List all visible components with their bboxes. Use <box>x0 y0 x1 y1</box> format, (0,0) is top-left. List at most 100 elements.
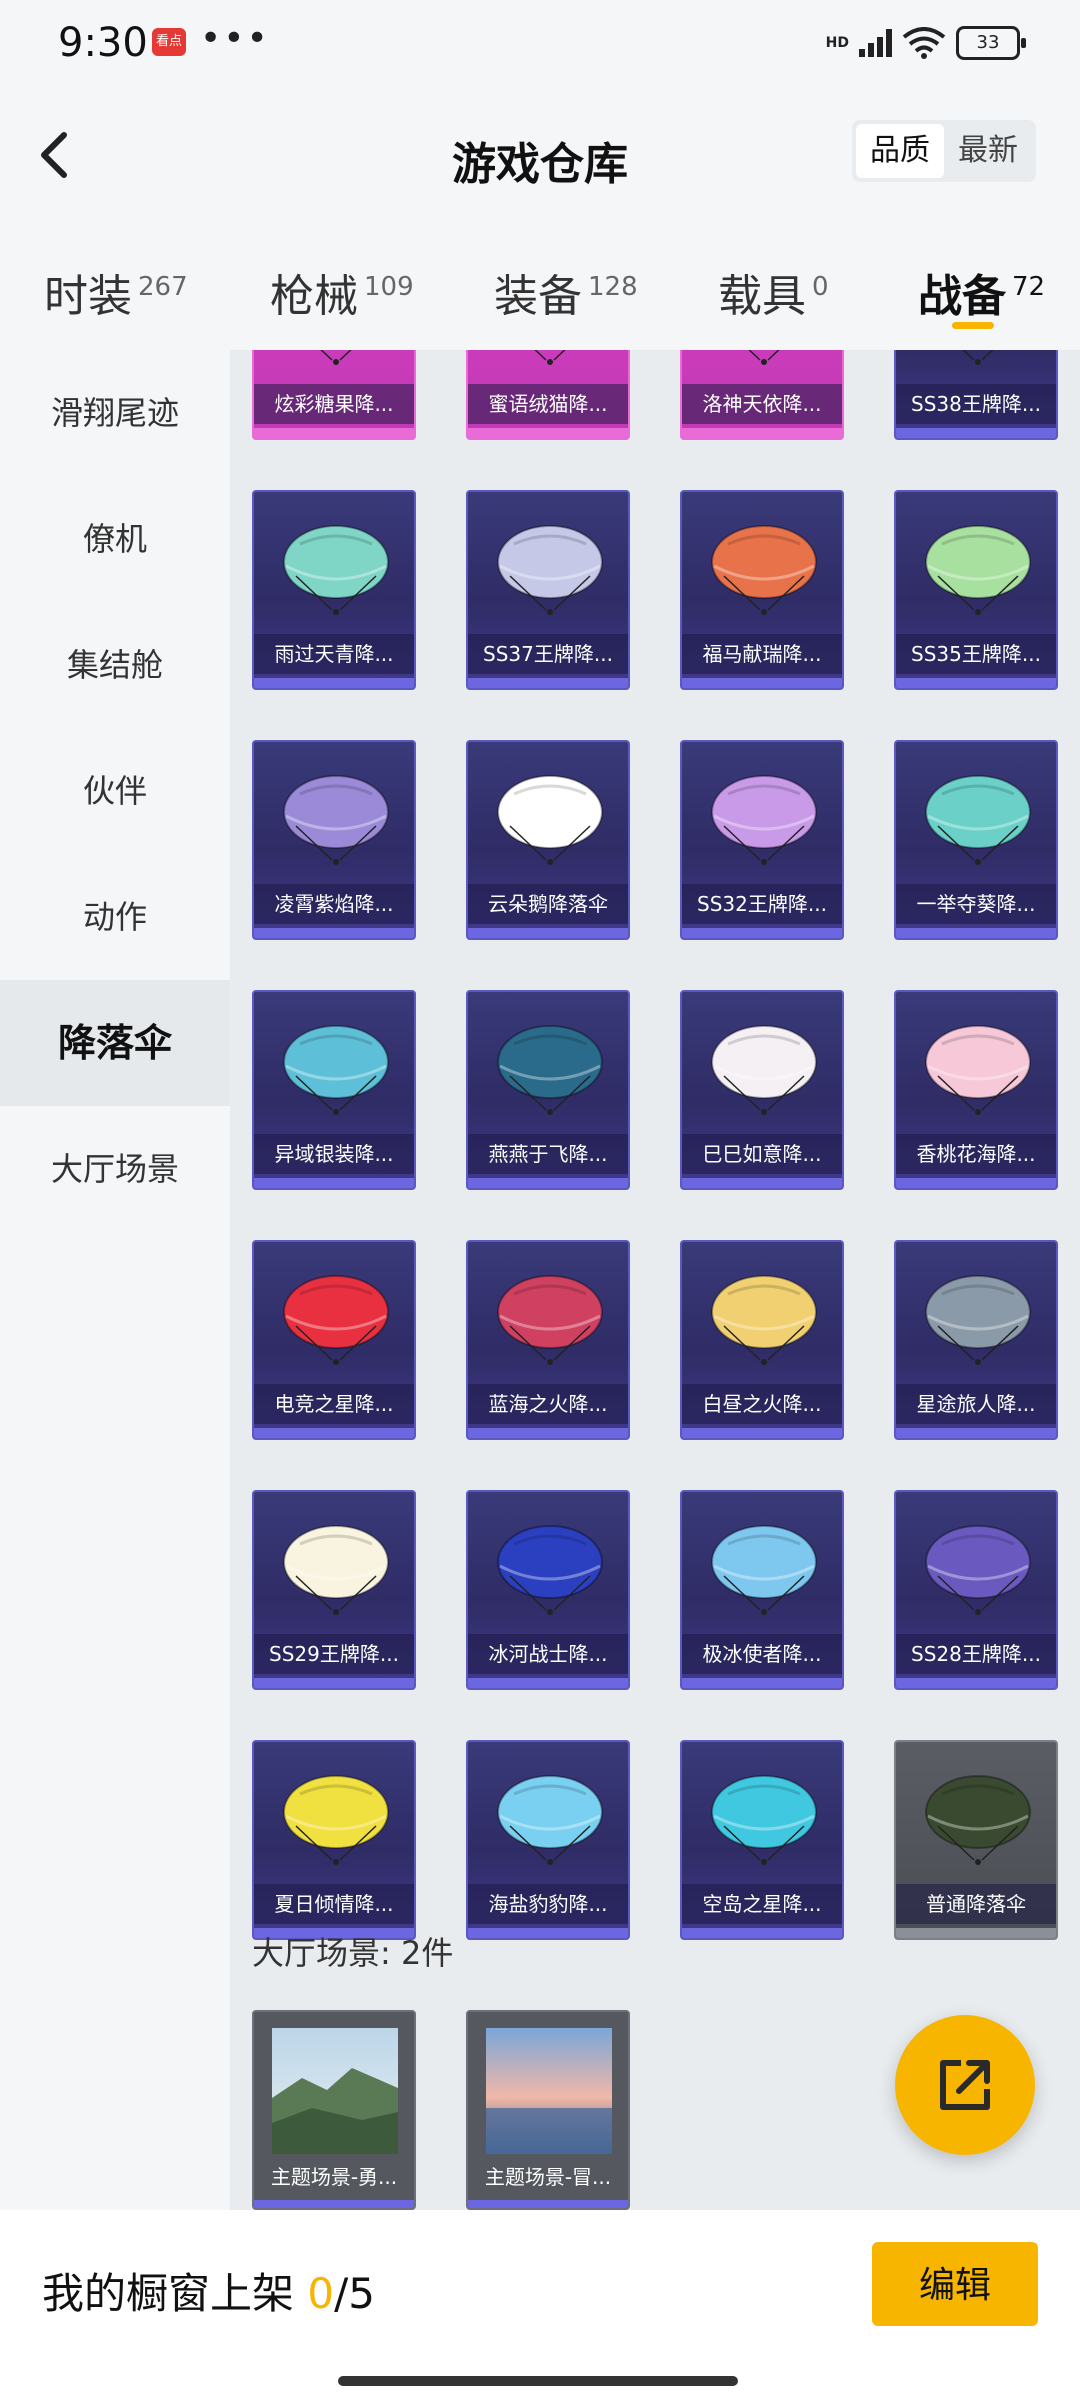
rarity-bar <box>254 678 414 688</box>
lobby-scene-section-title: 大厅场景: 2件 <box>252 1934 454 1972</box>
parachute-icon <box>283 1275 389 1365</box>
parachute-card[interactable]: 电竞之星降... <box>252 1240 416 1440</box>
sidebar-item-glide-trail[interactable]: 滑翔尾迹 <box>0 350 230 476</box>
rarity-bar <box>254 928 414 938</box>
parachute-card[interactable]: 海盐豹豹降... <box>466 1740 630 1940</box>
parachute-name: 巳巳如意降... <box>682 1134 842 1174</box>
scene-name: 主题场景-勇... <box>270 2165 398 2189</box>
rarity-bar <box>468 1678 628 1688</box>
parachute-card[interactable]: 巳巳如意降... <box>680 990 844 1190</box>
share-icon <box>940 2060 990 2110</box>
scene-thumbnail-sunset <box>486 2028 612 2154</box>
parachute-card[interactable]: 云朵鹅降落伞 <box>466 740 630 940</box>
parachute-name: 白昼之火降... <box>682 1384 842 1424</box>
tab-vehicles[interactable]: 载具 0 <box>718 260 829 324</box>
parachute-icon <box>497 1775 603 1865</box>
parachute-card[interactable]: SS35王牌降... <box>894 490 1058 690</box>
parachute-icon <box>711 1025 817 1115</box>
parachute-icon <box>925 1025 1031 1115</box>
rarity-bar <box>896 1428 1056 1438</box>
parachute-card[interactable]: 福马献瑞降... <box>680 490 844 690</box>
share-button[interactable] <box>895 2015 1035 2155</box>
parachute-icon <box>925 1275 1031 1365</box>
parachute-card[interactable]: SS37王牌降... <box>466 490 630 690</box>
app-notification-icon: 看点 <box>152 28 186 56</box>
sort-option-quality[interactable]: 品质 <box>856 124 944 178</box>
parachute-card[interactable]: 一举夺葵降... <box>894 740 1058 940</box>
rarity-bar <box>896 928 1056 938</box>
parachute-card[interactable]: 冰河战士降... <box>466 1490 630 1690</box>
tab-label: 战备 <box>918 271 1006 322</box>
parachute-card[interactable]: 极冰使者降... <box>680 1490 844 1690</box>
parachute-name: 云朵鹅降落伞 <box>468 884 628 924</box>
parachute-card[interactable]: 蓝海之火降... <box>466 1240 630 1440</box>
rarity-bar <box>896 1678 1056 1688</box>
home-indicator[interactable] <box>338 2376 738 2386</box>
parachute-card[interactable]: 炫彩糖果降... <box>252 350 416 440</box>
parachute-icon <box>711 1275 817 1365</box>
tab-equipment[interactable]: 装备 128 <box>494 260 638 324</box>
scene-card[interactable]: 主题场景-勇... <box>252 2010 416 2210</box>
parachute-name: 电竞之星降... <box>254 1384 414 1424</box>
parachute-icon <box>534 350 566 365</box>
rarity-bar <box>468 1178 628 1188</box>
rarity-bar <box>254 2200 414 2208</box>
rarity-bar <box>682 1678 842 1688</box>
showcase-status: 我的橱窗上架 0/5 <box>42 2260 375 2321</box>
rarity-bar <box>896 1178 1056 1188</box>
sort-option-latest[interactable]: 最新 <box>944 124 1032 178</box>
tab-battle-gear[interactable]: 战备 72 <box>918 260 1045 324</box>
parachute-icon <box>711 775 817 865</box>
rarity-bar <box>254 1678 414 1688</box>
parachute-card[interactable]: 凌霄紫焰降... <box>252 740 416 940</box>
parachute-card[interactable]: 异域银装降... <box>252 990 416 1190</box>
sidebar-item-parachute[interactable]: 降落伞 <box>0 980 230 1106</box>
parachute-name: 洛神天依降... <box>682 384 842 424</box>
rarity-bar <box>468 1428 628 1438</box>
parachute-card[interactable]: 洛神天依降... <box>680 350 844 440</box>
parachute-card[interactable]: SS38王牌降... <box>894 350 1058 440</box>
parachute-card[interactable]: SS29王牌降... <box>252 1490 416 1690</box>
status-bar: 9:30 看点 ••• HD 33 <box>0 0 1080 90</box>
parachute-name: SS29王牌降... <box>254 1634 414 1674</box>
parachute-icon <box>711 1775 817 1865</box>
sidebar-item-emote[interactable]: 动作 <box>0 854 230 980</box>
parachute-card[interactable]: 普通降落伞 <box>894 1740 1058 1940</box>
parachute-card[interactable]: 白昼之火降... <box>680 1240 844 1440</box>
parachute-card[interactable]: SS28王牌降... <box>894 1490 1058 1690</box>
tab-count: 109 <box>364 272 414 303</box>
rarity-bar <box>468 678 628 688</box>
showcase-count: 0 <box>307 2269 335 2318</box>
sidebar-item-partner[interactable]: 伙伴 <box>0 728 230 854</box>
tab-label: 装备 <box>494 271 582 322</box>
parachute-card[interactable]: 燕燕于飞降... <box>466 990 630 1190</box>
parachute-card[interactable]: 空岛之星降... <box>680 1740 844 1940</box>
parachute-icon <box>497 1525 603 1615</box>
parachute-name: 福马献瑞降... <box>682 634 842 674</box>
status-icons: HD 33 <box>826 26 1026 60</box>
parachute-icon <box>320 350 352 365</box>
parachute-card[interactable]: 夏日倾情降... <box>252 1740 416 1940</box>
scene-card[interactable]: 主题场景-冒... <box>466 2010 630 2210</box>
tab-guns[interactable]: 枪械 109 <box>270 260 414 324</box>
battery-icon: 33 <box>956 26 1026 60</box>
parachute-card[interactable]: 星途旅人降... <box>894 1240 1058 1440</box>
sidebar-item-wingman[interactable]: 僚机 <box>0 476 230 602</box>
parachute-card[interactable]: 雨过天青降... <box>252 490 416 690</box>
parachute-name: SS38王牌降... <box>896 384 1056 424</box>
tab-label: 枪械 <box>270 271 358 322</box>
parachute-card[interactable]: 香桃花海降... <box>894 990 1058 1190</box>
tab-fashion[interactable]: 时装 267 <box>44 260 188 324</box>
parachute-card[interactable]: 蜜语绒猫降... <box>466 350 630 440</box>
sidebar-item-assembly-pod[interactable]: 集结舱 <box>0 602 230 728</box>
edit-button[interactable]: 编辑 <box>872 2242 1038 2326</box>
parachute-card[interactable]: SS32王牌降... <box>680 740 844 940</box>
parachute-name: SS35王牌降... <box>896 634 1056 674</box>
bottom-bar: 我的橱窗上架 0/5 编辑 <box>0 2210 1080 2400</box>
scene-thumbnail-mountain <box>272 2028 398 2154</box>
rarity-bar <box>896 678 1056 688</box>
parachute-name: 普通降落伞 <box>896 1884 1056 1924</box>
tab-count: 72 <box>1012 272 1046 303</box>
sidebar-item-lobby-scene[interactable]: 大厅场景 <box>0 1106 230 1232</box>
item-grid-area[interactable]: 炫彩糖果降... 蜜语绒猫降... 洛神天依降... SS38王牌降... 雨过天青降.… <box>230 350 1080 2210</box>
